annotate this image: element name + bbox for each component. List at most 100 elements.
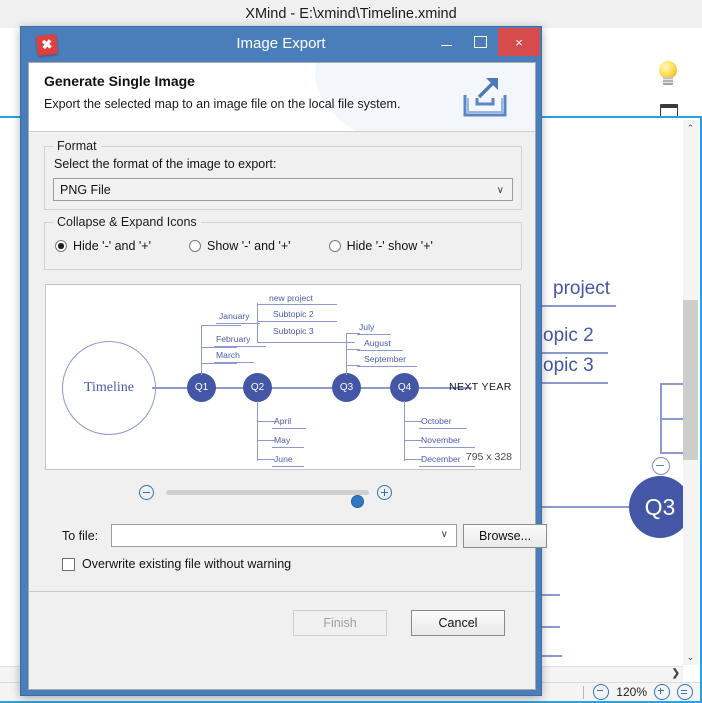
dialog-content: Format Select the format of the image to… [29, 132, 547, 655]
preview-central-topic: Timeline [62, 341, 156, 435]
canvas-vertical-scrollbar[interactable]: ⌃ ⌄ [683, 120, 698, 665]
preview-topic-july: July [359, 322, 375, 332]
collapse-expand-radio-row: Hide '-' and '+' Show '-' and '+' Hide '… [55, 239, 471, 253]
page-subtitle: Export the selected map to an image file… [44, 97, 401, 111]
preview-topic-underline [357, 334, 391, 335]
zoom-in-icon[interactable] [377, 485, 392, 500]
preview-node-q3: Q3 [332, 373, 361, 402]
dialog-body: Generate Single Image Export the selecte… [28, 62, 547, 690]
finish-button[interactable]: Finish [293, 610, 387, 636]
preview-topic-underline [419, 466, 475, 467]
lightbulb-icon[interactable] [657, 61, 679, 89]
zoom-level-label: 120% [616, 685, 647, 699]
map-topic-underline [540, 352, 608, 354]
slider-thumb[interactable] [351, 494, 364, 508]
collapse-minus-icon[interactable] [652, 457, 670, 475]
scroll-down-arrow-icon[interactable]: ⌄ [683, 649, 698, 665]
minimize-button[interactable] [429, 28, 463, 56]
scroll-right-arrow-icon[interactable]: ❯ [672, 668, 680, 679]
radio-indicator[interactable] [328, 240, 341, 252]
preview-topic-may: May [274, 435, 291, 445]
map-topic-underline [540, 382, 608, 384]
preview-connector [201, 325, 241, 327]
preview-topic-underline [272, 447, 304, 448]
image-export-dialog: ✖ Image Export × Generate Single Image E… [20, 26, 547, 696]
collapse-expand-group: Collapse & Expand Icons Hide '-' and '+'… [44, 215, 522, 270]
dialog-titlebar[interactable]: ✖ Image Export × [21, 27, 541, 62]
preview-connector [404, 421, 422, 423]
overwrite-checkbox-row[interactable]: Overwrite existing file without warning [62, 557, 291, 571]
map-node-q3[interactable]: Q3 [629, 476, 683, 538]
preview-zoom-slider[interactable] [29, 482, 537, 508]
radio-indicator[interactable] [189, 240, 201, 252]
map-connector [660, 383, 683, 385]
dialog-header: Generate Single Image Export the selecte… [29, 63, 535, 132]
preview-topic-september: September [364, 354, 407, 364]
map-connector [660, 418, 683, 420]
preview-connector [201, 325, 203, 375]
map-connector [540, 506, 632, 508]
preview-topic-august: August [364, 338, 391, 348]
preview-topic-april: April [274, 416, 292, 426]
slider-track[interactable] [166, 490, 369, 508]
map-topic-new-project[interactable]: project [553, 278, 610, 300]
preview-next-year-label: NEXT YEAR [449, 381, 512, 393]
map-topic-subtopic-3[interactable]: opic 3 [543, 355, 594, 377]
format-group: Format Select the format of the image to… [44, 139, 522, 210]
status-divider [583, 685, 585, 699]
map-topic-subtopic-2[interactable]: opic 2 [543, 325, 594, 347]
maximize-button[interactable] [463, 28, 497, 56]
preview-connector [201, 347, 237, 349]
preview-connector [404, 401, 406, 461]
to-file-combobox[interactable]: ∨ [111, 524, 457, 547]
preview-node-q2: Q2 [243, 373, 272, 402]
cancel-button[interactable]: Cancel [411, 610, 505, 636]
preview-topic-underline [214, 346, 266, 347]
radio-hide-minus-show-plus[interactable]: Hide '-' show '+' [328, 239, 433, 253]
preview-connector [257, 440, 275, 442]
browse-button[interactable]: Browse... [463, 524, 547, 548]
preview-connector [201, 363, 237, 365]
preview-connector [257, 401, 259, 461]
close-button[interactable]: × [498, 28, 540, 56]
zoom-out-icon[interactable] [139, 485, 154, 500]
app-title: XMind - E:\xmind\Timeline.xmind [245, 6, 457, 22]
chevron-down-icon: ∨ [440, 529, 448, 540]
radio-indicator[interactable] [55, 240, 67, 252]
page-title: Generate Single Image [44, 73, 195, 89]
radio-hide-minus-plus[interactable]: Hide '-' and '+' [55, 239, 151, 253]
radio-show-minus-plus[interactable]: Show '-' and '+' [189, 239, 291, 253]
preview-topic-december: December [421, 454, 461, 464]
preview-topic-underline [214, 362, 254, 363]
dialog-button-bar: Finish Cancel [29, 591, 535, 655]
preview-size-label: 795 x 328 [465, 451, 512, 463]
format-group-legend: Format [53, 139, 101, 153]
map-connector [540, 594, 560, 596]
preview-topic-october: October [421, 416, 452, 426]
preview-topic-june: June [274, 454, 293, 464]
preview-subtopic-2: Subtopic 2 [273, 309, 314, 319]
format-select[interactable]: PNG File ∨ [53, 178, 513, 201]
export-preview[interactable]: Timeline Q1 January February March new p [45, 284, 521, 470]
vertical-scroll-thumb[interactable] [683, 300, 698, 460]
preview-topic-underline [257, 304, 337, 305]
preview-subtopic-3: Subtopic 3 [273, 326, 314, 336]
to-file-row: To file: ∨ Browse... [29, 524, 547, 550]
zoom-out-icon[interactable] [593, 684, 610, 700]
preview-topic-march: March [216, 350, 240, 360]
scroll-up-arrow-icon[interactable]: ⌃ [683, 120, 698, 136]
zoom-fit-icon[interactable] [677, 684, 693, 700]
preview-node-q4: Q4 [390, 373, 419, 402]
preview-topic-underline [257, 321, 337, 322]
preview-topic-february: February [216, 334, 251, 344]
preview-connector [404, 440, 422, 442]
format-select-value: PNG File [60, 182, 111, 197]
zoom-in-icon[interactable] [654, 684, 670, 700]
radio-label: Hide '-' show '+' [346, 239, 433, 253]
map-connector [540, 655, 562, 657]
preview-connector [346, 333, 348, 375]
radio-label: Show '-' and '+' [207, 239, 291, 253]
preview-topic-underline [357, 350, 403, 351]
overwrite-checkbox[interactable] [62, 557, 75, 571]
radio-label: Hide '-' and '+' [73, 239, 151, 253]
